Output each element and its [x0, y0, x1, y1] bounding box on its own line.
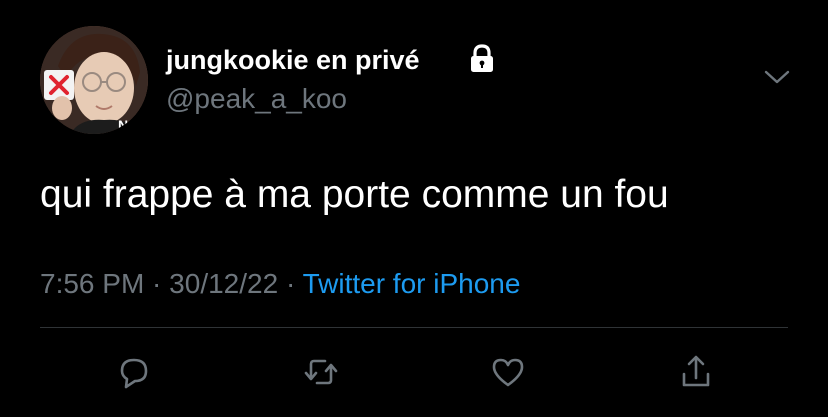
- share-icon[interactable]: [676, 352, 716, 392]
- meta-separator: ·: [278, 268, 303, 299]
- tweet-card: N jungkookie en privé @peak_a_koo qui fr…: [0, 0, 828, 417]
- reply-icon[interactable]: [114, 352, 154, 392]
- avatar[interactable]: N: [40, 26, 148, 134]
- tweet-meta: 7:56 PM · 30/12/22 · Twitter for iPhone: [40, 266, 520, 302]
- divider: [40, 327, 788, 328]
- author-name[interactable]: jungkookie en privé: [166, 44, 420, 76]
- tweet-text: qui frappe à ma porte comme un fou: [40, 173, 669, 216]
- tweet-source-link[interactable]: Twitter for iPhone: [303, 268, 521, 299]
- tweet-date[interactable]: 30/12/22: [169, 268, 278, 299]
- like-icon[interactable]: [488, 352, 528, 392]
- lock-icon: [469, 44, 495, 74]
- retweet-icon[interactable]: [301, 352, 341, 392]
- chevron-down-icon[interactable]: [760, 64, 794, 90]
- meta-separator: ·: [144, 268, 170, 299]
- svg-text:N: N: [118, 117, 128, 133]
- tweet-time[interactable]: 7:56 PM: [40, 268, 144, 299]
- author-handle[interactable]: @peak_a_koo: [166, 83, 347, 115]
